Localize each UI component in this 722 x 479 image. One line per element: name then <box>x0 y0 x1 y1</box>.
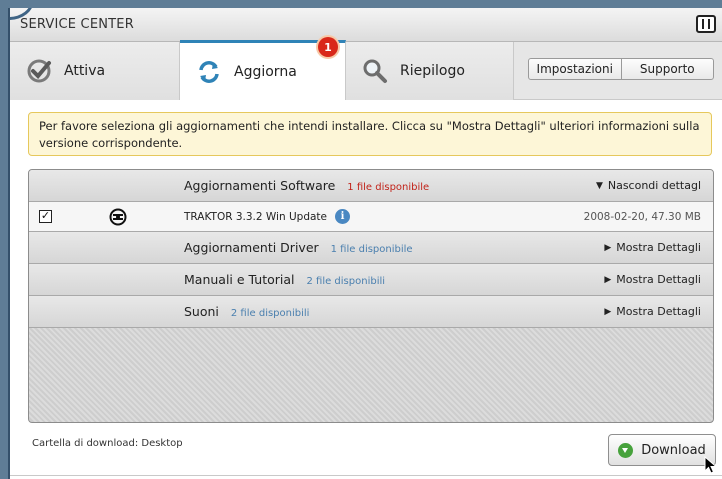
category-label: Aggiornamenti Driver <box>184 240 319 255</box>
footer-divider <box>10 475 722 476</box>
category-file-count: 2 file disponibili <box>230 308 310 319</box>
show-details-toggle[interactable]: ▶ Mostra Dettagli <box>604 241 701 254</box>
tab-aggiorna-label: Aggiorna <box>234 63 297 80</box>
category-name: Manuali e Tutorial 2 file disponibili <box>184 272 385 287</box>
magnifier-icon <box>362 58 388 84</box>
service-center-window: SERVICE CENTER Attiva Aggiorna 1 Riepilo… <box>8 8 722 479</box>
triangle-right-icon: ▶ <box>604 242 612 253</box>
item-name-label: TRAKTOR 3.3.2 Win Update <box>184 210 327 223</box>
support-button[interactable]: Supporto <box>620 59 714 79</box>
download-button[interactable]: Download <box>608 434 716 466</box>
toggle-label: Nascondi dettagl <box>607 179 701 192</box>
triangle-right-icon: ▶ <box>604 306 612 317</box>
item-checkbox[interactable]: ✓ <box>39 210 52 223</box>
download-button-label: Download <box>641 442 706 458</box>
category-row-sounds[interactable]: Suoni 2 file disponibili ▶ Mostra Dettag… <box>29 296 713 328</box>
tab-riepilogo-label: Riepilogo <box>400 63 465 79</box>
toggle-label: Mostra Dettagli <box>616 241 701 254</box>
settings-button[interactable]: Impostazioni <box>529 59 621 79</box>
title-bar: SERVICE CENTER <box>10 8 722 42</box>
update-count-badge: 1 <box>318 37 338 57</box>
category-label: Aggiornamenti Software <box>184 178 336 193</box>
category-row-manuals[interactable]: Manuali e Tutorial 2 file disponibili ▶ … <box>29 264 713 296</box>
tab-attiva[interactable]: Attiva <box>10 42 180 100</box>
item-date-size: 2008-02-20, 47.30 MB <box>583 210 701 223</box>
category-file-count: 1 file disponibile <box>330 244 413 255</box>
item-name: TRAKTOR 3.3.2 Win Update i <box>184 209 350 224</box>
refresh-icon <box>196 59 222 85</box>
category-name: Suoni 2 file disponibili <box>184 304 309 319</box>
traktor-icon <box>109 208 127 226</box>
category-row-driver[interactable]: Aggiornamenti Driver 1 file disponibile … <box>29 232 713 264</box>
native-instruments-logo-icon <box>696 15 716 33</box>
show-details-toggle[interactable]: ▶ Mostra Dettagli <box>604 305 701 318</box>
info-icon[interactable]: i <box>335 209 350 224</box>
category-name: Aggiornamenti Software 1 file disponibil… <box>184 178 429 193</box>
tab-attiva-label: Attiva <box>64 63 106 79</box>
category-label: Suoni <box>184 304 219 319</box>
category-file-count: 2 file disponibili <box>306 276 386 287</box>
info-message: Per favore seleziona gli aggiornamenti c… <box>28 112 712 156</box>
category-file-count: 1 file disponibile <box>347 182 430 193</box>
triangle-down-icon: ▼ <box>595 180 603 191</box>
show-details-toggle[interactable]: ▶ Mostra Dettagli <box>604 273 701 286</box>
tab-bar: Attiva Aggiorna 1 Riepilogo Impostazioni… <box>10 37 722 100</box>
triangle-right-icon: ▶ <box>604 274 612 285</box>
tab-aggiorna[interactable]: Aggiorna 1 <box>180 37 346 100</box>
toggle-label: Mostra Dettagli <box>616 305 701 318</box>
hide-details-toggle[interactable]: ▼ Nascondi dettagl <box>596 179 701 192</box>
window-title: SERVICE CENTER <box>20 17 134 32</box>
download-arrow-icon <box>618 442 634 458</box>
update-item-row[interactable]: ✓ TRAKTOR 3.3.2 Win Update i 2008-02-20,… <box>29 202 713 232</box>
updates-list-panel: Aggiornamenti Software 1 file disponibil… <box>28 169 714 423</box>
category-name: Aggiornamenti Driver 1 file disponibile <box>184 240 413 255</box>
download-folder-label: Cartella di download: Desktop <box>32 438 183 449</box>
category-row-software[interactable]: Aggiornamenti Software 1 file disponibil… <box>29 170 713 202</box>
toolbar-button-group: Impostazioni Supporto <box>528 58 714 80</box>
toggle-label: Mostra Dettagli <box>616 273 701 286</box>
tab-riepilogo[interactable]: Riepilogo <box>346 42 514 100</box>
mouse-cursor-icon <box>704 456 718 474</box>
checkmark-icon <box>26 58 52 84</box>
category-label: Manuali e Tutorial <box>184 272 295 287</box>
